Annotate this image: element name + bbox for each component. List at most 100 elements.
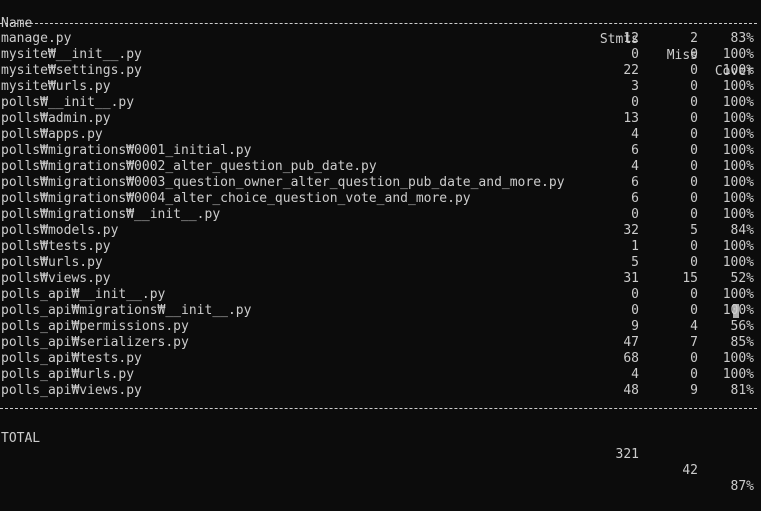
file-name: polls_api₩tests.py: [1, 351, 142, 366]
cover-value: 100%: [722, 191, 754, 206]
file-name: manage.py: [1, 31, 72, 46]
miss-value: 2: [690, 31, 698, 46]
miss-value: 0: [690, 79, 698, 94]
miss-value: 0: [690, 111, 698, 126]
file-name: mysite₩__init__.py: [1, 47, 142, 62]
miss-value: 0: [690, 351, 698, 366]
miss-value: 0: [690, 287, 698, 302]
cover-value: 100%: [722, 239, 754, 254]
file-name: polls_api₩migrations₩__init__.py: [1, 303, 252, 318]
cover-value: 100%: [722, 175, 754, 190]
table-row: polls₩models.py 32 5 84%: [0, 223, 761, 239]
table-row: polls₩tests.py 1 0 100%: [0, 239, 761, 255]
miss-value: 9: [690, 383, 698, 398]
stmts-value: 6: [631, 191, 639, 206]
stmts-value: 0: [631, 47, 639, 62]
stmts-value: 12: [623, 31, 639, 46]
stmts-value: 6: [631, 143, 639, 158]
cover-value: 56%: [730, 319, 754, 334]
table-row: polls₩urls.py 5 0 100%: [0, 255, 761, 271]
total-cover: 87%: [730, 479, 754, 494]
stmts-value: 4: [631, 159, 639, 174]
miss-value: 4: [690, 319, 698, 334]
table-row: polls₩migrations₩__init__.py 0 0 100%: [0, 207, 761, 223]
stmts-value: 31: [623, 271, 639, 286]
table-row: polls_api₩tests.py 68 0 100%: [0, 351, 761, 367]
total-name: TOTAL: [1, 431, 41, 446]
stmts-value: 47: [623, 335, 639, 350]
file-name: mysite₩settings.py: [1, 63, 142, 78]
cover-value: 100%: [722, 159, 754, 174]
table-row: polls₩migrations₩0001_initial.py 6 0 100%: [0, 143, 761, 159]
stmts-value: 6: [631, 175, 639, 190]
cover-value: 100%: [722, 47, 754, 62]
miss-value: 0: [690, 63, 698, 78]
stmts-value: 68: [623, 351, 639, 366]
header-name: Name: [1, 16, 33, 31]
cover-value: 100%: [722, 255, 754, 270]
table-row: polls₩admin.py 13 0 100%: [0, 111, 761, 127]
cover-value: 100%: [722, 143, 754, 158]
table-row: polls₩__init__.py 0 0 100%: [0, 95, 761, 111]
stmts-value: 1: [631, 239, 639, 254]
file-name: mysite₩urls.py: [1, 79, 111, 94]
cover-value: 100%: [722, 111, 754, 126]
file-name: polls₩views.py: [1, 271, 111, 286]
table-row: polls_api₩urls.py 4 0 100%: [0, 367, 761, 383]
cover-value: 100%: [722, 95, 754, 110]
table-row: polls_api₩permissions.py 9 4 56%: [0, 319, 761, 335]
stmts-value: 9: [631, 319, 639, 334]
file-name: polls₩migrations₩__init__.py: [1, 207, 221, 222]
cover-value: 100%: [722, 63, 754, 78]
table-row: polls₩apps.py 4 0 100%: [0, 127, 761, 143]
stmts-value: 5: [631, 255, 639, 270]
miss-value: 5: [690, 223, 698, 238]
total-stmts: 321: [615, 447, 639, 462]
cover-value: 100%: [722, 127, 754, 142]
table-row: polls₩migrations₩0002_alter_question_pub…: [0, 159, 761, 175]
cover-value: 100%: [722, 207, 754, 222]
table-row: mysite₩settings.py 22 0 100%: [0, 63, 761, 79]
miss-value: 0: [690, 255, 698, 270]
miss-value: 0: [690, 175, 698, 190]
miss-value: 0: [690, 143, 698, 158]
file-name: polls₩tests.py: [1, 239, 111, 254]
file-name: polls₩migrations₩0001_initial.py: [1, 143, 252, 158]
miss-value: 7: [690, 335, 698, 350]
file-name: polls₩admin.py: [1, 111, 111, 126]
file-name: polls_api₩__init__.py: [1, 287, 166, 302]
cover-value: 85%: [730, 335, 754, 350]
table-row: manage.py 12 2 83%: [0, 31, 761, 47]
miss-value: 0: [690, 367, 698, 382]
miss-value: 0: [690, 159, 698, 174]
table-row: polls₩migrations₩0003_question_owner_alt…: [0, 175, 761, 191]
table-row: mysite₩urls.py 3 0 100%: [0, 79, 761, 95]
header-divider: [0, 23, 757, 24]
file-name: polls_api₩serializers.py: [1, 335, 189, 350]
miss-value: 0: [690, 47, 698, 62]
file-name: polls₩apps.py: [1, 127, 103, 142]
terminal-output[interactable]: Name Stmts Miss Cover manage.py 12 2 83% mys…: [0, 0, 761, 494]
table-row: polls_api₩migrations₩__init__.py00100%: [0, 303, 761, 319]
stmts-value: 4: [631, 127, 639, 142]
miss-value: 0: [690, 95, 698, 110]
table-row: polls_api₩__init__.py 0 0 100%: [0, 287, 761, 303]
stmts-value: 13: [623, 111, 639, 126]
miss-value: 0: [690, 239, 698, 254]
miss-value: 0: [690, 207, 698, 222]
stmts-value: 0: [631, 287, 639, 302]
header-row: Name Stmts Miss Cover: [0, 0, 761, 79]
cover-value: 100%: [722, 287, 754, 302]
table-row: mysite₩__init__.py 0 0 100%: [0, 47, 761, 63]
cover-value: 83%: [730, 31, 754, 46]
cover-value: 100%: [722, 351, 754, 366]
file-name: polls_api₩views.py: [1, 383, 142, 398]
cover-value: 52%: [730, 271, 754, 286]
file-name: polls₩models.py: [1, 223, 119, 238]
stmts-value: 0: [631, 95, 639, 110]
miss-value: 0: [690, 191, 698, 206]
file-name: polls₩__init__.py: [1, 95, 135, 110]
cover-value: 100%: [722, 367, 754, 382]
file-name: polls₩migrations₩0003_question_owner_alt…: [1, 175, 565, 190]
stmts-value: 22: [623, 63, 639, 78]
